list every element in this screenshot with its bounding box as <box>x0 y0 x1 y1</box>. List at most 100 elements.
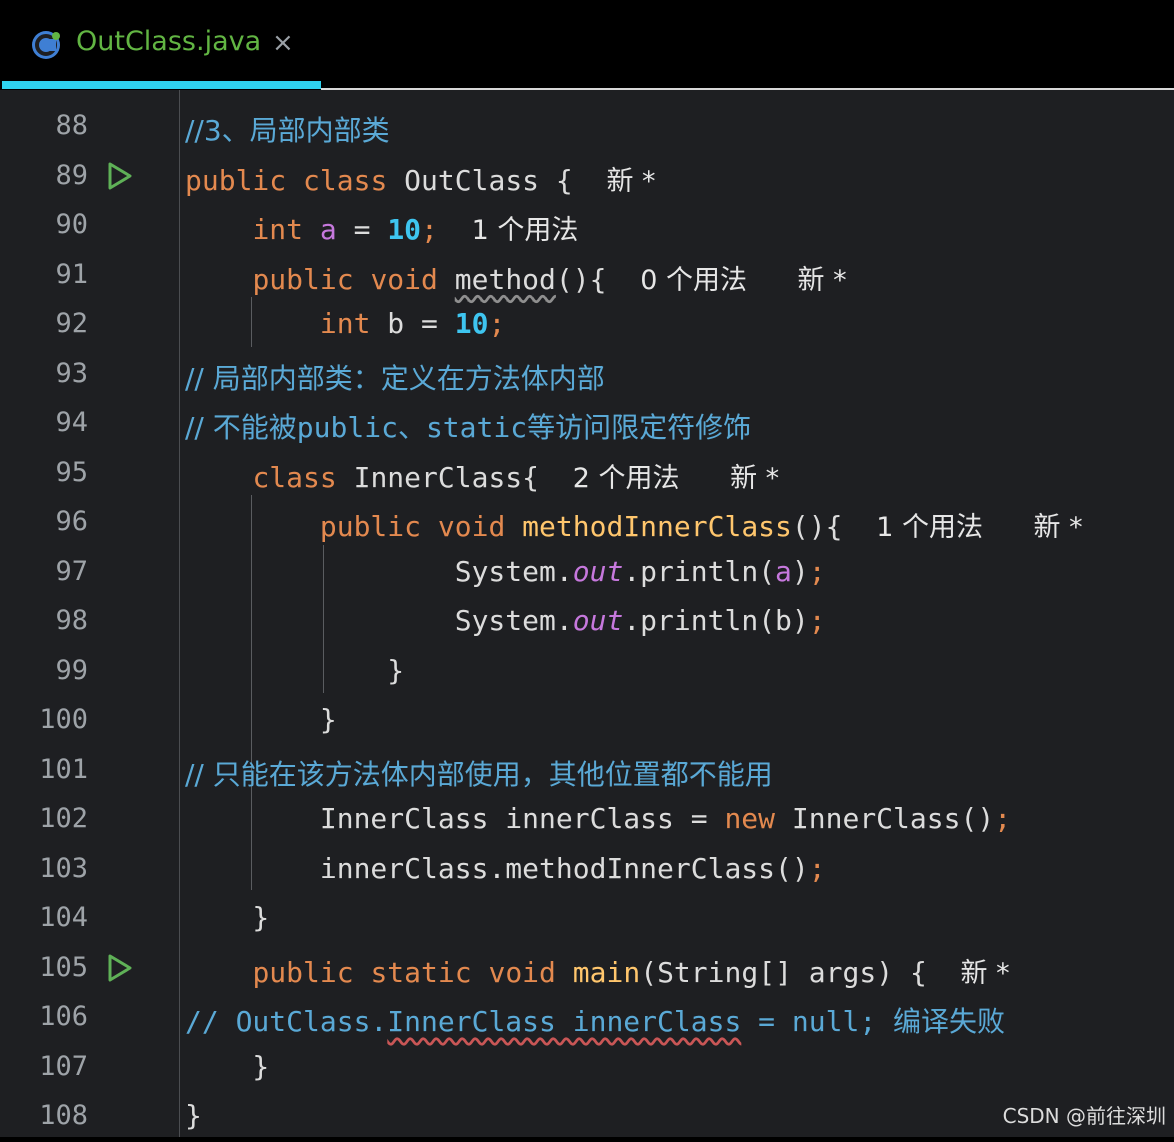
line-number: 102 <box>39 803 88 834</box>
keyword: int <box>319 307 371 340</box>
run-icon[interactable] <box>104 161 134 191</box>
line-number: 94 <box>55 407 88 438</box>
comment: // 不能被public、static等访问限定符修饰 <box>185 411 752 444</box>
code-line: 102 InnerClass innerClass = new InnerCla… <box>0 795 1174 845</box>
class-name: OutClass <box>404 163 540 197</box>
code-line: 104 } <box>0 894 1174 944</box>
line-number: 93 <box>55 357 88 389</box>
code-line: 98 System.out.println(b); <box>0 597 1174 647</box>
line-number: 98 <box>55 605 88 636</box>
comment: // 只能在该方法体内部使用，其他位置都不能用 <box>185 757 773 791</box>
variable: b <box>387 307 405 340</box>
code-line: 93 // 局部内部类：定义在方法体内部 <box>0 350 1174 400</box>
class-ref: String <box>657 955 759 989</box>
active-tab-indicator <box>2 81 321 89</box>
class-name: InnerClass <box>791 802 961 835</box>
code-editor[interactable]: 88 //3、局部内部类 89 public class OutClass { … <box>0 90 1174 1137</box>
code-line: 96 public void methodInnerClass(){ 1 个用法… <box>0 498 1174 548</box>
code-line: 108 } <box>0 1092 1174 1142</box>
variable: innerClass <box>319 851 489 885</box>
comment: //3、局部内部类 <box>185 114 390 147</box>
class-name: InnerClass <box>319 802 489 835</box>
comment: // OutClass.InnerClass innerClass = null… <box>185 1005 1006 1038</box>
number: 10 <box>387 213 422 246</box>
code-line: 94 // 不能被public、static等访问限定符修饰 <box>0 399 1174 449</box>
keyword: new <box>724 802 776 835</box>
line-number: 88 <box>55 110 88 141</box>
line-number: 101 <box>39 753 88 785</box>
code-line: 101 // 只能在该方法体内部使用，其他位置都不能用 <box>0 746 1174 796</box>
code-line: 97 System.out.println(a); <box>0 548 1174 598</box>
method-name: main <box>572 955 641 989</box>
keyword: public <box>185 163 287 197</box>
keyword: static <box>370 955 472 989</box>
method-call: println <box>640 554 759 588</box>
tab-outclass-java[interactable]: OutClass.java × <box>0 0 321 90</box>
code-line: 99 } <box>0 647 1174 697</box>
code-line: 106 // OutClass.InnerClass innerClass = … <box>0 993 1174 1043</box>
new-hint[interactable]: 新 * <box>730 463 779 494</box>
variable: innerClass <box>505 802 674 835</box>
run-icon[interactable] <box>104 953 134 983</box>
code-line: 90 int a = 10; 1 个用法 <box>0 201 1174 251</box>
close-icon[interactable]: × <box>272 28 294 58</box>
new-hint[interactable]: 新 * <box>961 958 1010 989</box>
variable: b <box>775 604 792 637</box>
new-hint[interactable]: 新 * <box>1034 512 1083 543</box>
code-line: 95 class InnerClass{ 2 个用法 新 * <box>0 449 1174 499</box>
line-number: 97 <box>55 555 88 587</box>
method-name: method <box>454 262 556 296</box>
line-number: 105 <box>39 951 88 983</box>
line-number: 100 <box>39 704 88 735</box>
method-call: methodInnerClass <box>505 851 776 885</box>
editor-tab-bar: OutClass.java × <box>0 0 1174 90</box>
new-hint[interactable]: 新 * <box>606 166 655 197</box>
java-class-icon <box>32 31 60 59</box>
code-line: 105 public static void main(String[] arg… <box>0 944 1174 994</box>
keyword: void <box>488 955 556 989</box>
keyword: int <box>252 213 304 246</box>
line-number: 89 <box>55 159 88 191</box>
line-number: 91 <box>55 258 88 290</box>
code-line: 89 public class OutClass { 新 * <box>0 152 1174 202</box>
keyword: void <box>370 262 438 296</box>
field: a <box>775 554 792 588</box>
line-number: 95 <box>55 456 88 488</box>
line-number: 103 <box>39 852 88 884</box>
class-name: InnerClass <box>353 460 523 494</box>
line-number: 92 <box>55 308 88 339</box>
code-line: 92 int b = 10; <box>0 300 1174 350</box>
usage-hint[interactable]: 1 个用法 <box>876 512 983 543</box>
method-call: println <box>640 604 759 637</box>
line-number: 106 <box>39 1001 88 1032</box>
keyword: public <box>319 510 422 543</box>
number: 10 <box>454 307 489 340</box>
keyword: public <box>252 262 354 296</box>
keyword: public <box>252 955 354 989</box>
line-number: 99 <box>55 654 88 686</box>
watermark: CSDN @前往深圳 <box>1002 1104 1166 1128</box>
usage-hint[interactable]: 0 个用法 <box>640 265 747 296</box>
keyword: class <box>303 163 388 197</box>
line-number: 107 <box>39 1050 88 1082</box>
static-field: out <box>572 604 624 637</box>
code-line: 88 //3、局部内部类 <box>0 102 1174 152</box>
parameter: args <box>808 955 877 989</box>
usage-hint[interactable]: 2 个用法 <box>573 463 680 494</box>
new-hint[interactable]: 新 * <box>798 265 847 296</box>
line-number: 90 <box>55 209 88 240</box>
line-number: 96 <box>55 506 88 537</box>
line-number: 108 <box>39 1100 88 1131</box>
usage-hint[interactable]: 1 个用法 <box>472 215 579 246</box>
line-number: 104 <box>39 902 88 933</box>
code-line: 107 } <box>0 1043 1174 1093</box>
code-line: 100 } <box>0 696 1174 746</box>
code-line: 103 innerClass.methodInnerClass(); <box>0 845 1174 895</box>
comment: // 局部内部类：定义在方法体内部 <box>185 361 605 395</box>
static-field: out <box>572 554 624 588</box>
code-line: 91 public void method(){ 0 个用法 新 * <box>0 251 1174 301</box>
keyword: void <box>437 510 506 543</box>
tab-title: OutClass.java <box>76 26 262 57</box>
field: a <box>319 213 337 246</box>
method-name: methodInnerClass <box>522 510 792 543</box>
